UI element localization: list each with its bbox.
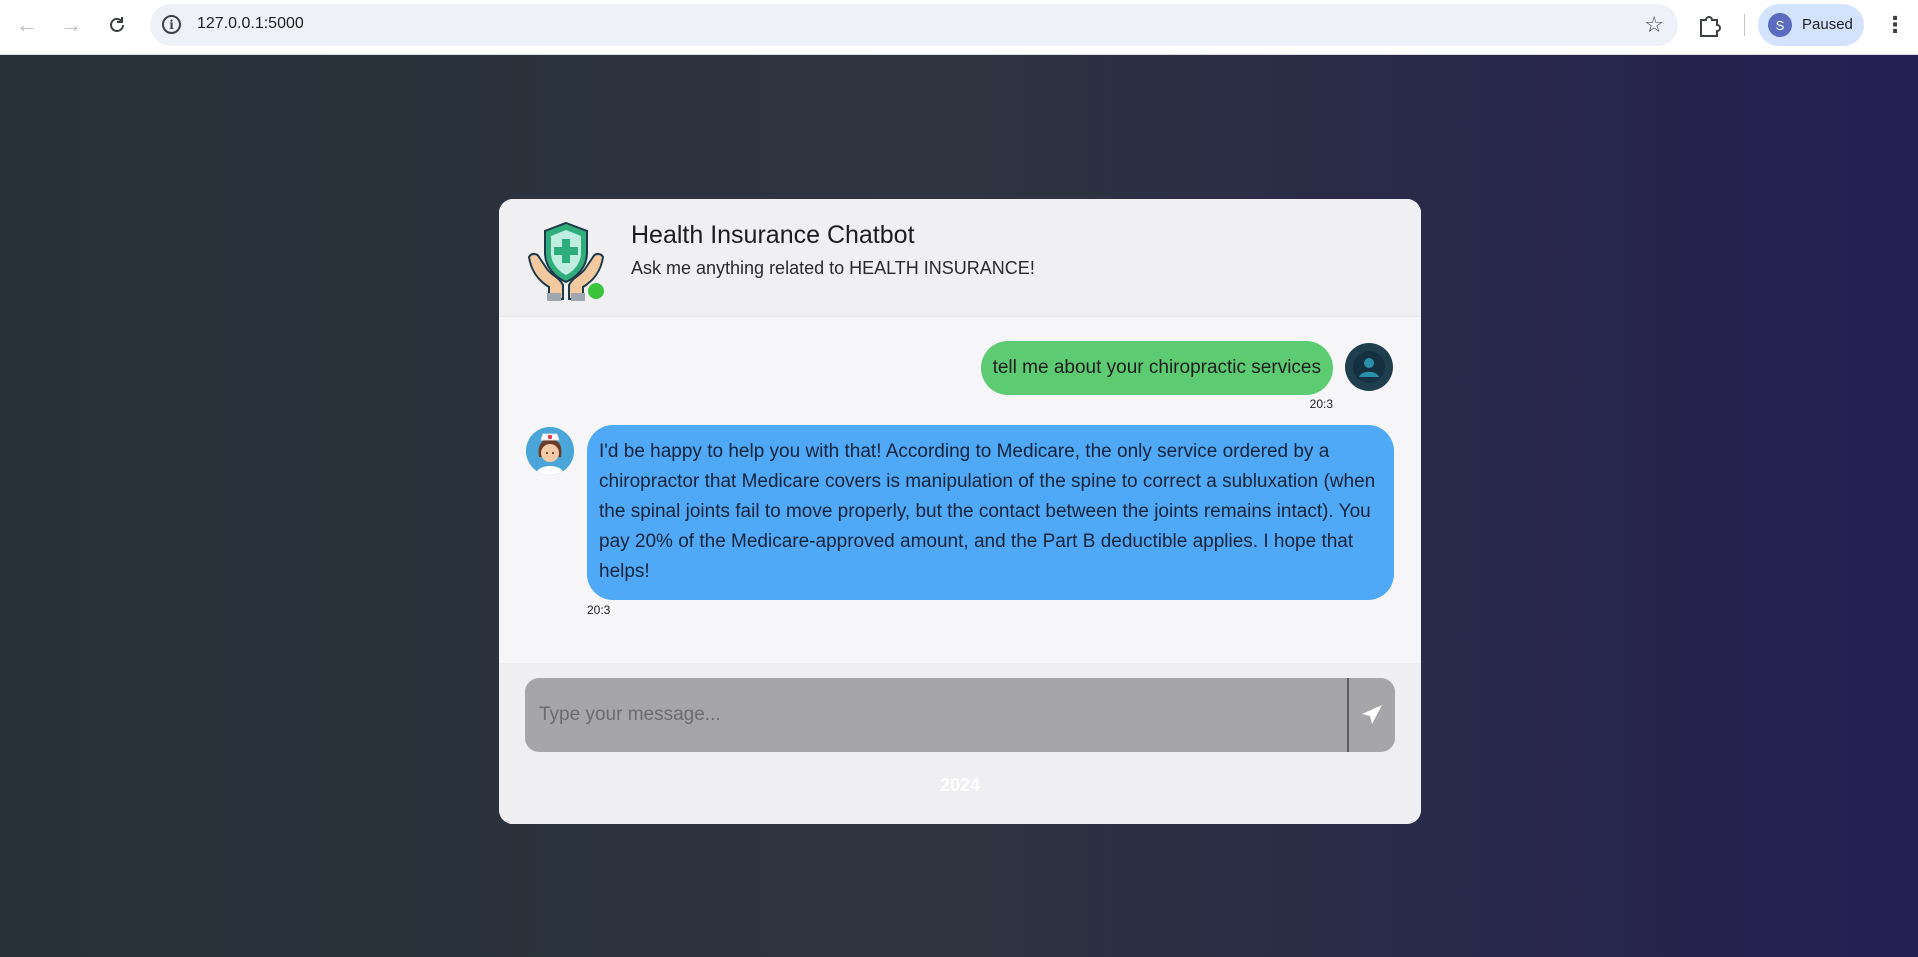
user-message-time: 20:3 [1309,397,1333,411]
message-list: tell me about your chiropractic services… [499,317,1421,663]
footer-text: 2024 [939,775,981,795]
forward-arrow-icon[interactable]: → [52,8,90,42]
bot-message-bubble: I'd be happy to help you with that! Acco… [587,425,1394,600]
nurse-avatar-icon [526,427,574,475]
page-background: Health Insurance Chatbot Ask me anything… [0,55,1918,957]
send-paper-plane-icon [1362,705,1382,724]
chat-window: Health Insurance Chatbot Ask me anything… [499,199,1421,824]
bot-message-time: 20:3 [587,603,611,617]
profile-avatar: S [1768,13,1792,37]
user-message-bubble: tell me about your chiropractic services [980,341,1333,395]
send-button[interactable] [1347,678,1395,752]
browser-toolbar: ← → i 127.0.0.1:5000 ☆ S Paused ⋮ [0,0,1918,55]
composer-area: 2024 [499,663,1421,824]
chat-title: Health Insurance Chatbot [631,221,915,249]
chat-header: Health Insurance Chatbot Ask me anything… [499,199,1421,317]
extensions-puzzle-icon[interactable] [1697,12,1725,38]
message-input[interactable] [525,678,1347,752]
back-arrow-icon[interactable]: ← [8,8,46,42]
chat-subtitle: Ask me anything related to HEALTH INSURA… [631,258,1035,278]
reload-icon[interactable] [98,8,136,42]
address-bar[interactable]: i 127.0.0.1:5000 ☆ [150,4,1678,46]
toolbar-divider [1744,14,1745,36]
url-text[interactable]: 127.0.0.1:5000 [197,15,304,33]
bookmark-star-icon[interactable]: ☆ [1644,12,1664,38]
site-info-icon[interactable]: i [162,15,181,34]
online-status-indicator [586,281,606,301]
profile-button[interactable]: S Paused [1758,4,1864,46]
user-avatar-icon [1345,343,1393,391]
profile-status: Paused [1802,16,1853,33]
browser-menu-icon[interactable]: ⋮ [1880,8,1910,42]
